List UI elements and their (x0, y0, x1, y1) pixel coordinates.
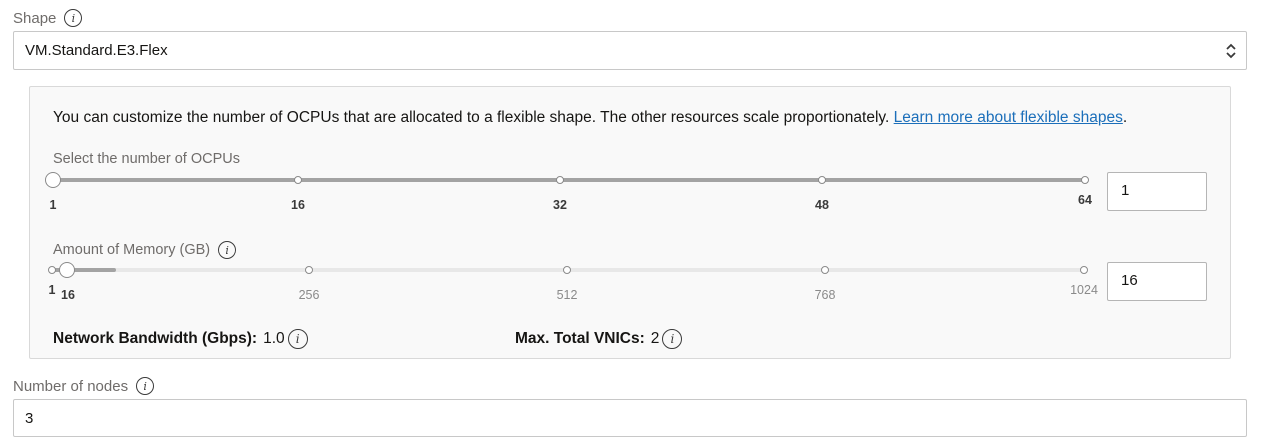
chevron-up-down-icon (1226, 43, 1236, 59)
description-text: You can customize the number of OCPUs th… (53, 109, 890, 126)
max-vnics-value: 2 (650, 330, 660, 347)
ocpu-count-input[interactable]: 1 (1107, 172, 1207, 211)
network-bandwidth-value: 1.0 (263, 330, 285, 347)
network-bandwidth-label: Network Bandwidth (Gbps): (53, 330, 258, 347)
ocpu-tick-48[interactable] (818, 176, 826, 184)
ocpu-tick-label: 64 (1078, 193, 1092, 207)
info-icon[interactable]: i (136, 377, 155, 395)
memory-slider-thumb[interactable] (59, 262, 75, 278)
ocpu-slider-label: Select the number of OCPUs (53, 151, 240, 167)
nodes-input-value: 3 (25, 410, 34, 427)
max-vnics-label: Max. Total VNICs: (515, 330, 645, 347)
network-bandwidth: Network Bandwidth (Gbps): 1.0 i (53, 329, 308, 349)
ocpu-tick-label: 48 (815, 198, 829, 212)
memory-amount-input[interactable]: 16 (1107, 262, 1207, 301)
info-icon[interactable]: i (287, 329, 308, 349)
ocpu-tick-64[interactable] (1081, 176, 1089, 184)
ocpu-tick-16[interactable] (294, 176, 302, 184)
max-vnics: Max. Total VNICs: 2 i (515, 329, 683, 349)
learn-more-link[interactable]: Learn more about flexible shapes (894, 109, 1123, 126)
shape-select-value: VM.Standard.E3.Flex (25, 42, 168, 59)
ocpu-slider-thumb[interactable] (45, 172, 61, 188)
info-icon[interactable]: i (218, 241, 237, 259)
flex-shape-description: You can customize the number of OCPUs th… (53, 109, 1127, 127)
info-icon[interactable]: i (64, 9, 83, 27)
info-icon[interactable]: i (662, 329, 683, 349)
memory-tick-1024[interactable] (1080, 266, 1088, 274)
ocpu-tick-label: 32 (553, 198, 567, 212)
ocpu-tick-32[interactable] (556, 176, 564, 184)
ocpu-tick-label: 16 (291, 198, 305, 212)
memory-tick-label: 1024 (1070, 283, 1098, 297)
memory-tick-768[interactable] (821, 266, 829, 274)
ocpu-track[interactable] (53, 178, 1085, 182)
memory-tick-256[interactable] (305, 266, 313, 274)
shape-label-text: Shape (13, 9, 57, 27)
ocpu-tick-label: 1 (49, 198, 57, 212)
flex-shape-panel: You can customize the number of OCPUs th… (29, 86, 1231, 359)
nodes-label: Number of nodes i (13, 377, 155, 395)
memory-tick-label: 512 (556, 288, 578, 302)
memory-tick-label: 1 (48, 283, 56, 297)
memory-slider-label: Amount of Memory (GB) i (53, 241, 237, 259)
memory-tick-label: 16 (61, 288, 75, 302)
memory-tick-512[interactable] (563, 266, 571, 274)
shape-label: Shape i (13, 9, 83, 27)
ocpu-label-text: Select the number of OCPUs (53, 151, 240, 167)
memory-tick-label: 256 (298, 288, 320, 302)
nodes-label-text: Number of nodes (13, 377, 129, 395)
nodes-input[interactable]: 3 (13, 399, 1247, 437)
shape-select[interactable]: VM.Standard.E3.Flex (13, 31, 1247, 70)
memory-label-text: Amount of Memory (GB) (53, 242, 211, 258)
memory-tick-1[interactable] (48, 266, 56, 274)
memory-tick-label: 768 (814, 288, 836, 302)
description-period: . (1122, 109, 1128, 126)
